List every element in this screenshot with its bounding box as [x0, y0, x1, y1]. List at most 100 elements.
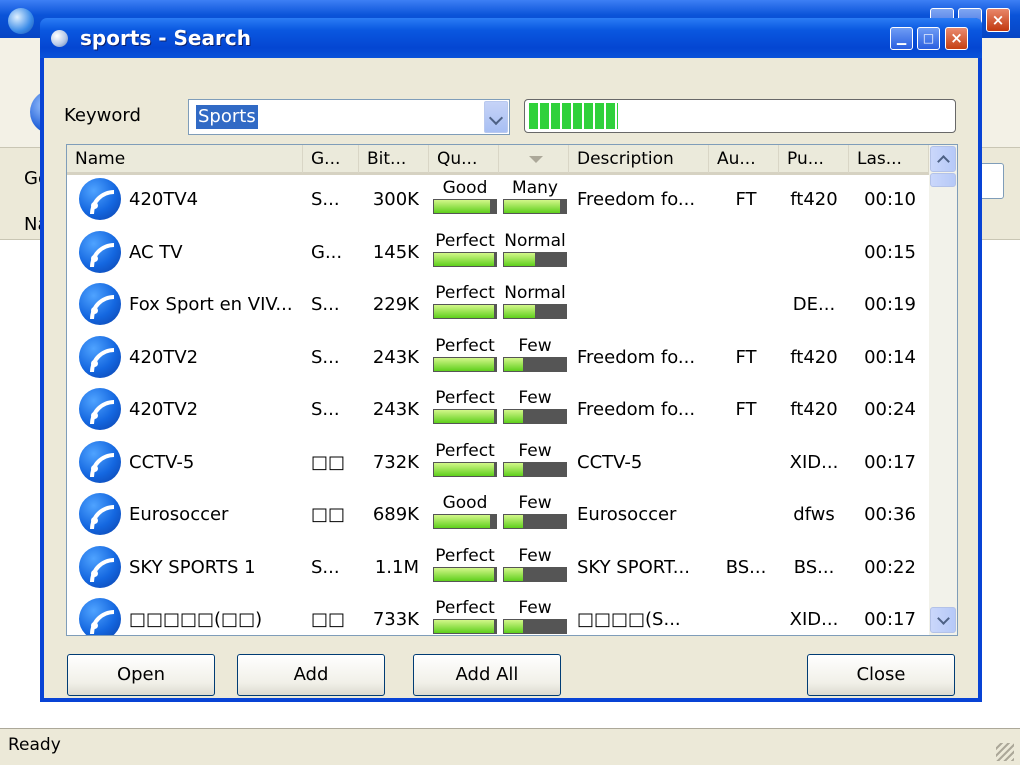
- rss-channel-icon: [79, 230, 121, 273]
- table-row[interactable]: Eurosoccer □□ 689K Eurosoccer dfws 00:36 Good F…: [67, 490, 929, 543]
- table-row[interactable]: □□□□□(□□) □□ 733K □□□□(S... XID... 00:17 Perfe…: [67, 595, 929, 635]
- cell-name: Eurosoccer: [129, 504, 229, 525]
- cell-bitrate: 733K: [372, 609, 419, 630]
- header-bitrate[interactable]: Bit...: [359, 145, 429, 173]
- rss-channel-icon: [79, 283, 121, 325]
- peers-meter-fill: [504, 305, 535, 318]
- cell-author: BS...: [725, 556, 767, 578]
- cell-description: CCTV-5: [577, 451, 643, 473]
- resize-grip[interactable]: [996, 743, 1014, 761]
- quality-meter-label: Perfect: [435, 335, 495, 356]
- table-row[interactable]: 420TV2 S... 243K Freedom fo... FT ft420 00:14 P…: [67, 333, 929, 386]
- open-button[interactable]: Open: [67, 654, 215, 696]
- parent-close-button[interactable]: ×: [986, 8, 1010, 32]
- close-button[interactable]: Close: [807, 654, 955, 696]
- quality-meter-label: Perfect: [435, 230, 495, 251]
- peers-meter: Few: [503, 597, 567, 634]
- cell-description: Eurosoccer: [577, 504, 677, 525]
- quality-meter-bar: [433, 619, 497, 634]
- peers-meter-label: Few: [518, 493, 552, 513]
- quality-meter: Perfect: [433, 282, 497, 319]
- add-button[interactable]: Add: [237, 654, 385, 696]
- peers-meter: Few: [503, 387, 567, 424]
- peers-meter-bar: [503, 514, 567, 529]
- vertical-scrollbar[interactable]: [929, 145, 957, 635]
- header-publisher[interactable]: Pu...: [779, 145, 849, 173]
- cell-bitrate: 1.1M: [374, 556, 419, 578]
- cell-name: AC TV: [129, 241, 183, 263]
- cell-name: 420TV2: [129, 399, 199, 420]
- cell-description: SKY SPORT...: [577, 556, 690, 578]
- table-row[interactable]: SKY SPORTS 1 S... 1.1M SKY SPORT... BS... BS.…: [67, 543, 929, 596]
- maximize-button[interactable]: □: [917, 27, 940, 50]
- cell-name: CCTV-5: [129, 451, 195, 473]
- quality-meter-fill: [434, 620, 495, 633]
- cell-last: 00:17: [864, 451, 916, 473]
- rss-channel-icon: [79, 598, 121, 635]
- header-last[interactable]: Las...: [849, 145, 929, 173]
- table-row[interactable]: AC TV G... 145K 00:15 Perfect Normal: [67, 228, 929, 281]
- table-row[interactable]: 420TV4 S... 300K Freedom fo... FT ft420 00:10 G…: [67, 175, 929, 228]
- quality-meter-bar: [433, 356, 497, 372]
- quality-meter-fill: [434, 357, 495, 371]
- peers-meter-label: Few: [518, 440, 552, 461]
- cell-genre: S...: [311, 189, 340, 210]
- rss-channel-icon: [79, 545, 121, 588]
- cell-last: 00:36: [864, 504, 916, 525]
- scroll-thumb[interactable]: [930, 173, 956, 187]
- search-icon: [51, 30, 68, 47]
- quality-meter-bar: [433, 409, 497, 424]
- header-author[interactable]: Au...: [709, 145, 779, 173]
- cell-bitrate: 300K: [372, 189, 419, 210]
- add-all-button[interactable]: Add All: [413, 654, 561, 696]
- dialog-titlebar[interactable]: sports - Search ▁ □ ×: [40, 18, 982, 58]
- cell-author: FT: [735, 189, 757, 210]
- dialog-body: Keyword Sports Name G... Bit... Qu... De…: [44, 58, 978, 698]
- quality-meter: Perfect: [433, 597, 497, 634]
- cell-publisher: dfws: [793, 504, 835, 525]
- header-description[interactable]: Description: [569, 145, 709, 173]
- header-peers[interactable]: [499, 145, 569, 173]
- header-quality[interactable]: Qu...: [429, 145, 499, 173]
- minimize-button[interactable]: ▁: [890, 27, 913, 50]
- cell-publisher: BS...: [793, 556, 835, 578]
- status-text: Ready: [8, 735, 61, 755]
- scroll-down-button[interactable]: [930, 607, 956, 633]
- table-row[interactable]: 420TV2 S... 243K Freedom fo... FT ft420 00:24 P…: [67, 385, 929, 438]
- cell-genre: G...: [311, 241, 343, 263]
- peers-meter-label: Few: [518, 388, 552, 408]
- peers-meter-bar: [503, 251, 567, 267]
- peers-meter-fill: [504, 200, 560, 213]
- keyword-combobox[interactable]: Sports: [188, 99, 510, 135]
- cell-last: 00:17: [864, 609, 916, 630]
- quality-meter-bar: [433, 304, 497, 319]
- scroll-up-button[interactable]: [930, 146, 956, 172]
- peers-meter: Few: [503, 545, 567, 582]
- quality-meter: Good: [433, 492, 497, 529]
- cell-genre: S...: [311, 556, 340, 578]
- cell-author: FT: [735, 399, 757, 420]
- quality-meter-bar: [433, 461, 497, 477]
- table-row[interactable]: Fox Sport en VIV... S... 229K DE... 00:19 Per…: [67, 280, 929, 333]
- keyword-input[interactable]: Sports: [196, 105, 258, 129]
- peers-meter-label: Normal: [504, 230, 566, 251]
- table-row[interactable]: CCTV-5 □□ 732K CCTV-5 XID... 00:17 Perfect Few: [67, 438, 929, 491]
- cell-last: 00:15: [864, 241, 916, 263]
- cell-publisher: XID...: [789, 451, 839, 473]
- quality-meter-fill: [434, 410, 495, 423]
- cell-publisher: DE...: [792, 294, 836, 315]
- peers-meter-label: Few: [518, 335, 552, 356]
- cell-name: Fox Sport en VIV...: [129, 294, 293, 315]
- header-genre[interactable]: G...: [303, 145, 359, 173]
- cell-genre: □□: [311, 504, 346, 525]
- chevron-down-icon[interactable]: [484, 101, 508, 133]
- quality-meter: Perfect: [433, 545, 497, 582]
- close-window-button[interactable]: ×: [945, 27, 968, 50]
- quality-meter-label: Perfect: [435, 545, 495, 566]
- header-name[interactable]: Name: [67, 145, 303, 173]
- peers-meter-label: Many: [512, 178, 558, 198]
- results-list[interactable]: Name G... Bit... Qu... Description Au...…: [66, 144, 958, 636]
- peers-meter-bar: [503, 566, 567, 582]
- peers-meter-fill: [504, 252, 535, 266]
- quality-meter: Perfect: [433, 387, 497, 424]
